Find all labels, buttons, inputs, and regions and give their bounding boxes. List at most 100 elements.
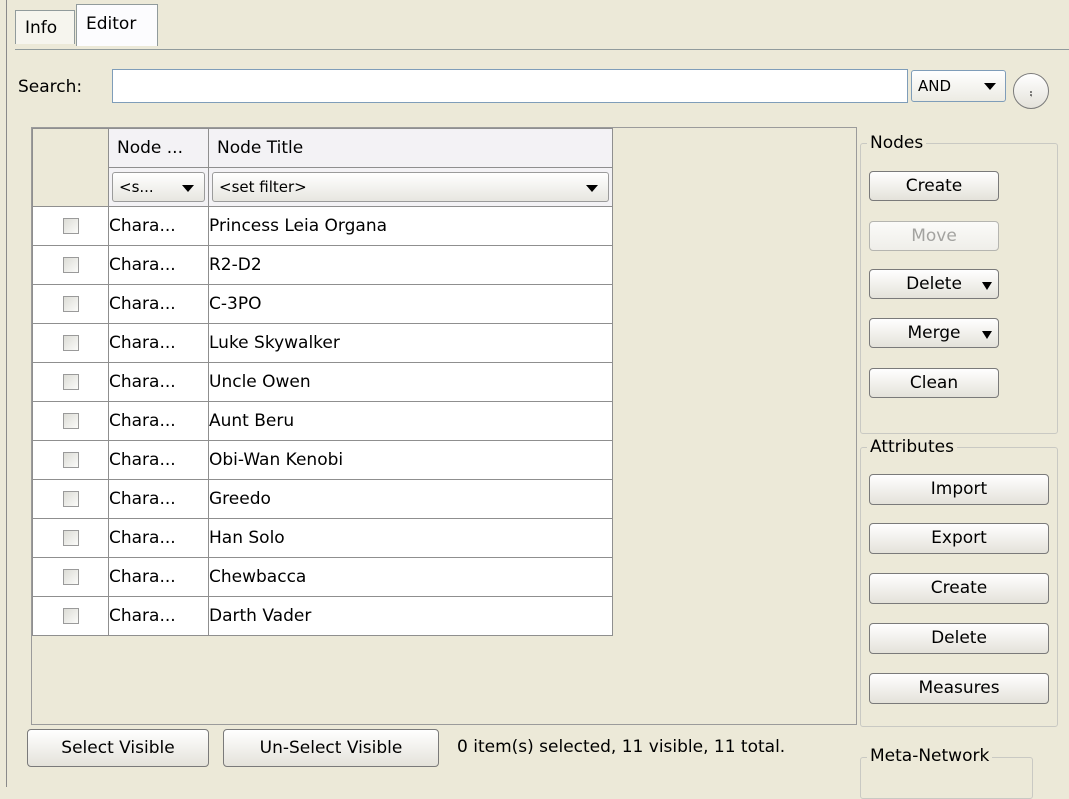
- node-type-cell: Chara...: [108, 518, 209, 558]
- node-title-cell: R2-D2: [208, 245, 613, 285]
- row-checkbox[interactable]: [62, 257, 79, 273]
- delete-node-label: Delete: [906, 274, 962, 294]
- table-row[interactable]: Chara... Darth Vader: [32, 596, 613, 636]
- tab-info[interactable]: Info: [15, 10, 75, 44]
- expand-search-button[interactable]: ⨾: [1013, 73, 1049, 109]
- row-checkbox[interactable]: [62, 530, 79, 546]
- triangle-down-icon: [982, 282, 992, 290]
- row-checkbox[interactable]: [62, 335, 79, 351]
- table-row[interactable]: Chara... Han Solo: [32, 518, 613, 558]
- row-checkbox[interactable]: [62, 569, 79, 585]
- node-type-cell: Chara...: [108, 284, 209, 324]
- row-checkbox-cell: [32, 479, 109, 519]
- table-row[interactable]: Chara... Obi-Wan Kenobi: [32, 440, 613, 480]
- triangle-down-icon: [982, 331, 992, 339]
- node-type-cell: Chara...: [108, 245, 209, 285]
- row-checkbox-cell: [32, 284, 109, 324]
- row-checkbox-cell: [32, 323, 109, 363]
- editor-panel: Info Editor Search: AND ⨾ Node ... Node …: [6, 0, 1069, 799]
- tab-editor-label: Editor: [86, 14, 137, 34]
- table-row[interactable]: Chara... Greedo: [32, 479, 613, 519]
- nodes-group-title: Nodes: [867, 133, 927, 153]
- table-row[interactable]: Chara... Aunt Beru: [32, 401, 613, 441]
- search-label: Search:: [18, 77, 83, 97]
- node-title-cell: Princess Leia Organa: [208, 206, 613, 246]
- measures-button[interactable]: Measures: [869, 673, 1049, 704]
- table-row[interactable]: Chara... C-3PO: [32, 284, 613, 324]
- row-checkbox-cell: [32, 245, 109, 285]
- filter-node-type-select[interactable]: <s...: [112, 172, 205, 202]
- create-node-button[interactable]: Create: [869, 171, 999, 201]
- double-chevron-down-icon: ⨾: [1029, 81, 1033, 100]
- tab-info-label: Info: [25, 18, 58, 38]
- merge-node-label: Merge: [907, 323, 961, 343]
- search-operator-select[interactable]: AND: [911, 70, 1006, 102]
- delete-attribute-button[interactable]: Delete: [869, 623, 1049, 654]
- row-checkbox-cell: [32, 362, 109, 402]
- triangle-down-icon: [586, 185, 598, 192]
- node-title-cell: Aunt Beru: [208, 401, 613, 441]
- node-title-cell: Darth Vader: [208, 596, 613, 636]
- node-title-cell: Han Solo: [208, 518, 613, 558]
- table-row[interactable]: Chara... Luke Skywalker: [32, 323, 613, 363]
- export-attributes-button[interactable]: Export: [869, 523, 1049, 554]
- node-type-cell: Chara...: [108, 323, 209, 363]
- filter-corner: [32, 167, 109, 207]
- delete-node-button[interactable]: Delete: [869, 269, 999, 299]
- node-type-cell: Chara...: [108, 206, 209, 246]
- node-title-cell: Chewbacca: [208, 557, 613, 597]
- selection-status: 0 item(s) selected, 11 visible, 11 total…: [457, 737, 786, 757]
- triangle-down-icon: [984, 83, 996, 90]
- create-attribute-button[interactable]: Create: [869, 573, 1049, 604]
- header-node-type[interactable]: Node ...: [108, 128, 209, 168]
- row-checkbox[interactable]: [62, 491, 79, 507]
- row-checkbox[interactable]: [62, 296, 79, 312]
- move-node-button[interactable]: Move: [869, 221, 999, 251]
- node-title-cell: Uncle Owen: [208, 362, 613, 402]
- tab-editor[interactable]: Editor: [76, 4, 158, 46]
- filter-node-type-cell: <s...: [108, 167, 209, 207]
- header-corner: [32, 128, 109, 168]
- attributes-group-title: Attributes: [867, 437, 957, 457]
- row-checkbox-cell: [32, 206, 109, 246]
- node-type-cell: Chara...: [108, 557, 209, 597]
- table-row[interactable]: Chara... Princess Leia Organa: [32, 206, 613, 246]
- node-title-cell: Luke Skywalker: [208, 323, 613, 363]
- node-table-panel: Node ... Node Title <s... <set filter> C…: [31, 127, 857, 725]
- row-checkbox[interactable]: [62, 413, 79, 429]
- row-checkbox-cell: [32, 401, 109, 441]
- row-checkbox[interactable]: [62, 374, 79, 390]
- node-title-cell: Greedo: [208, 479, 613, 519]
- triangle-down-icon: [182, 185, 194, 192]
- filter-node-type-value: <s...: [119, 178, 154, 196]
- import-attributes-button[interactable]: Import: [869, 474, 1049, 505]
- node-title-cell: Obi-Wan Kenobi: [208, 440, 613, 480]
- node-type-cell: Chara...: [108, 596, 209, 636]
- row-checkbox-cell: [32, 518, 109, 558]
- merge-node-button[interactable]: Merge: [869, 318, 999, 348]
- meta-network-group-title: Meta-Network: [867, 746, 993, 766]
- node-table: Node ... Node Title <s... <set filter> C…: [32, 128, 613, 636]
- search-input[interactable]: [112, 69, 908, 103]
- clean-node-button[interactable]: Clean: [869, 368, 999, 398]
- table-header-row: Node ... Node Title: [32, 128, 613, 168]
- node-type-cell: Chara...: [108, 440, 209, 480]
- select-visible-button[interactable]: Select Visible: [27, 729, 209, 767]
- row-checkbox-cell: [32, 596, 109, 636]
- row-checkbox[interactable]: [62, 608, 79, 624]
- row-checkbox[interactable]: [62, 218, 79, 234]
- filter-node-title-cell: <set filter>: [208, 167, 613, 207]
- row-checkbox[interactable]: [62, 452, 79, 468]
- table-row[interactable]: Chara... Chewbacca: [32, 557, 613, 597]
- row-checkbox-cell: [32, 557, 109, 597]
- tab-strip-border: [15, 49, 1069, 50]
- table-row[interactable]: Chara... Uncle Owen: [32, 362, 613, 402]
- unselect-visible-button[interactable]: Un-Select Visible: [223, 729, 439, 767]
- table-row[interactable]: Chara... R2-D2: [32, 245, 613, 285]
- header-node-title[interactable]: Node Title: [208, 128, 613, 168]
- filter-node-title-select[interactable]: <set filter>: [212, 172, 609, 202]
- filter-node-title-value: <set filter>: [219, 178, 307, 196]
- node-type-cell: Chara...: [108, 479, 209, 519]
- search-operator-value: AND: [918, 77, 952, 95]
- node-type-cell: Chara...: [108, 401, 209, 441]
